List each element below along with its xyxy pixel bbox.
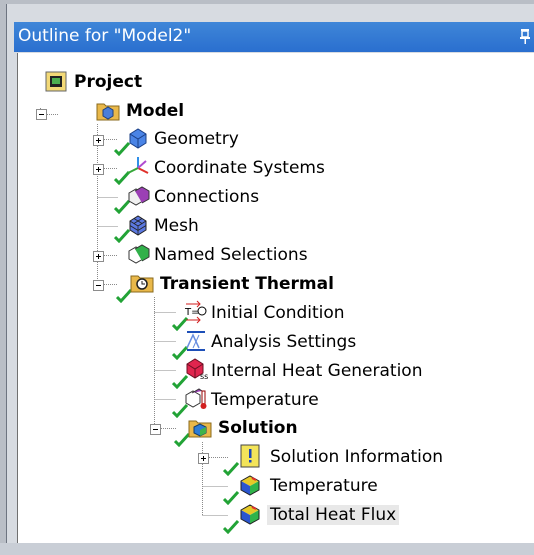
tree-item-label: Model — [126, 101, 185, 121]
tree-item-label: Analysis Settings — [211, 332, 357, 352]
tree-item-connections[interactable]: Connections — [154, 184, 259, 210]
tree-item-label: Transient Thermal — [160, 274, 334, 294]
geometry-icon — [129, 128, 147, 149]
check-icon — [223, 491, 239, 505]
tree-item-internal-heat-generation[interactable]: Internal Heat Generation — [211, 358, 423, 384]
tree-item-temperature-result[interactable]: Temperature — [270, 473, 378, 499]
window-frame: Outline for "Model2" Project Model Geome… — [0, 0, 534, 555]
project-icon — [45, 71, 67, 92]
outline-titlebar[interactable]: Outline for "Model2" — [14, 22, 534, 52]
pin-icon[interactable] — [518, 28, 532, 44]
collapse-solution-toggle[interactable] — [150, 424, 161, 435]
collapse-transient-thermal-toggle[interactable] — [93, 280, 104, 291]
tree-item-coordinate-systems[interactable]: Coordinate Systems — [154, 155, 325, 181]
tree-item-label: Temperature — [270, 476, 378, 496]
tree-item-transient-thermal[interactable]: Transient Thermal — [160, 271, 334, 297]
tree-item-label: Solution Information — [270, 447, 444, 467]
tree-item-analysis-settings[interactable]: Analysis Settings — [211, 329, 356, 355]
temperature-result-icon — [240, 475, 260, 496]
coordinate-systems-icon — [127, 157, 149, 174]
tree-item-solution[interactable]: Solution — [218, 415, 298, 441]
tree-item-label: Internal Heat Generation — [211, 361, 423, 381]
expand-geometry-toggle[interactable] — [93, 135, 104, 146]
check-icon — [223, 520, 239, 534]
named-selections-icon — [128, 244, 150, 264]
tree-item-label: Project — [74, 72, 143, 92]
tree-item-label: Geometry — [154, 129, 239, 149]
outline-tree-panel[interactable]: Project Model Geometry Coordinate System… — [17, 53, 534, 544]
model-folder-icon — [96, 103, 120, 121]
tree-item-geometry[interactable]: Geometry — [154, 126, 239, 152]
solution-information-icon — [240, 444, 260, 468]
initial-condition-icon: T= — [184, 300, 207, 324]
expand-solution-information-toggle[interactable] — [198, 453, 209, 464]
expand-coordinate-systems-toggle[interactable] — [93, 164, 104, 175]
temperature-load-icon — [185, 388, 207, 409]
tree-item-initial-condition[interactable]: Initial Condition — [211, 300, 345, 326]
check-icon — [223, 462, 239, 476]
tree-item-label: Coordinate Systems — [154, 158, 325, 178]
tree-item-label: Total Heat Flux — [267, 505, 400, 525]
tree-item-project[interactable]: Project — [74, 69, 142, 95]
connections-icon — [128, 186, 150, 206]
svg-text:T=: T= — [184, 307, 200, 318]
svg-text:ss: ss — [200, 372, 208, 380]
internal-heat-generation-icon: ss — [186, 358, 208, 380]
collapse-model-toggle[interactable] — [36, 109, 47, 120]
tree-item-solution-information[interactable]: Solution Information — [270, 444, 443, 470]
outline-title: Outline for "Model2" — [18, 26, 192, 46]
tree-item-named-selections[interactable]: Named Selections — [154, 242, 308, 268]
transient-thermal-folder-icon — [130, 275, 154, 293]
solution-folder-icon — [188, 420, 212, 438]
tree-item-model[interactable]: Model — [126, 98, 184, 124]
tree-item-temperature-load[interactable]: Temperature — [211, 387, 319, 413]
bottom-border — [0, 543, 534, 555]
analysis-settings-icon — [186, 331, 205, 351]
tree-item-label: Mesh — [154, 216, 199, 236]
tree-item-total-heat-flux[interactable]: Total Heat Flux — [267, 502, 400, 528]
tree-item-label: Initial Condition — [211, 303, 345, 323]
total-heat-flux-icon — [240, 504, 260, 525]
tree-item-label: Connections — [154, 187, 260, 207]
mesh-icon — [129, 215, 147, 236]
tree-item-mesh[interactable]: Mesh — [154, 213, 199, 239]
tree-item-label: Named Selections — [154, 245, 308, 265]
tree-item-label: Solution — [218, 418, 298, 438]
tree-item-label: Temperature — [211, 390, 319, 410]
expand-named-selections-toggle[interactable] — [93, 251, 104, 262]
